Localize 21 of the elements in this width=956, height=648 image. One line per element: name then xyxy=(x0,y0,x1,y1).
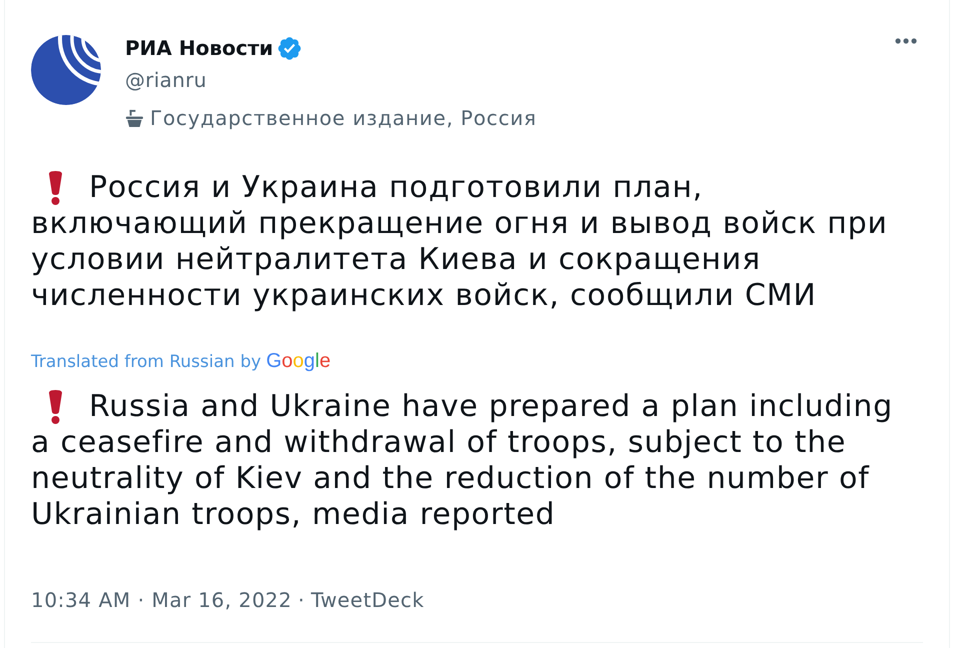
exclamation-icon xyxy=(48,390,63,424)
tweet-source[interactable]: TweetDeck xyxy=(310,586,424,614)
translated-text-line: Ukrainian troops, media reported xyxy=(31,497,556,533)
exclamation-icon xyxy=(48,171,63,205)
author-name[interactable]: РИА Новости xyxy=(125,34,274,62)
tweet-text-line: включающий прекращение огня и вывод войск при xyxy=(31,206,888,242)
tweet-text-line: условии нейтралитета Киева и сокращения xyxy=(31,242,761,278)
translated-text-line: a ceasefire and withdrawal of troops, subject to the xyxy=(31,425,846,461)
separator-dot: · xyxy=(298,587,305,614)
tweet-text-line: Россия и Украина подготовили план, xyxy=(89,170,703,206)
translated-text-line: Russia and Ukraine have prepared a plan including xyxy=(89,389,893,425)
avatar-globe-icon[interactable] xyxy=(31,35,101,105)
tweet-text-line: численности украинских войск, сообщили СМИ xyxy=(31,278,817,314)
author-handle[interactable]: @rianru xyxy=(125,66,207,94)
google-logo: Google xyxy=(266,349,331,373)
more-icon[interactable] xyxy=(895,38,917,44)
lectern-icon xyxy=(125,108,144,128)
translated-text-line: neutrality of Kiev and the reduction of the number of xyxy=(31,461,870,497)
state-media-label: Государственное издание, Россия xyxy=(150,105,537,132)
tweet-timestamp[interactable]: 10:34 AM · Mar 16, 2022 xyxy=(31,586,292,614)
translation-note[interactable]: Translated from Russian by xyxy=(31,350,262,374)
